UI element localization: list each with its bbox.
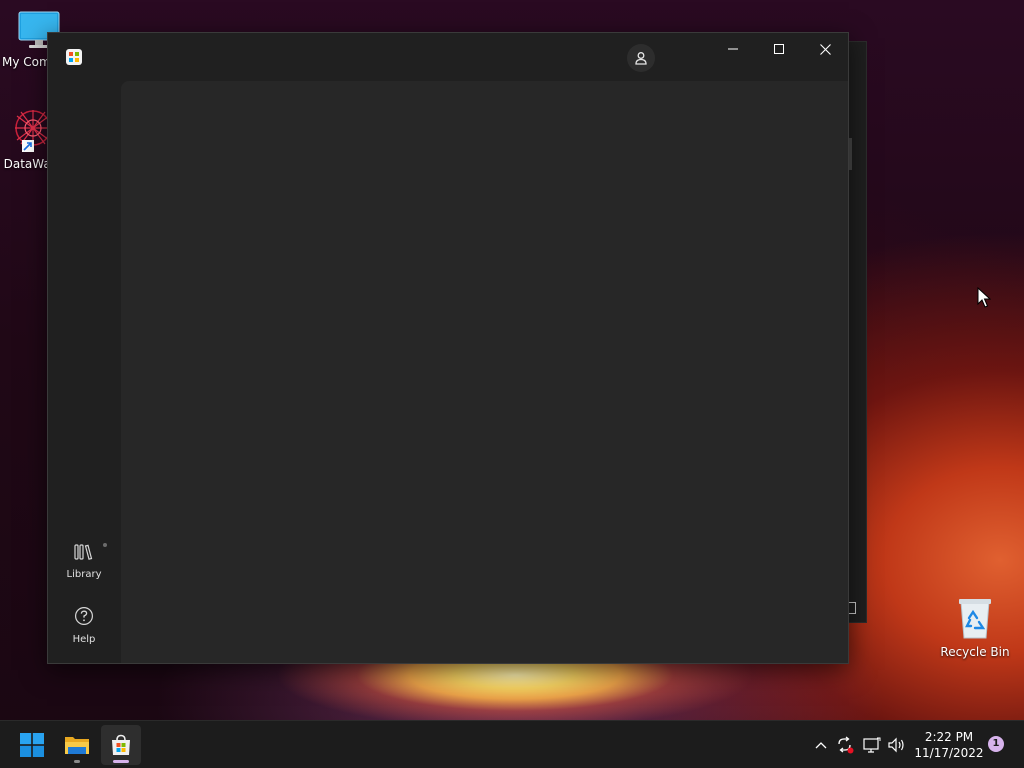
minimize-button[interactable]	[710, 33, 756, 65]
volume-button[interactable]	[886, 734, 908, 756]
volume-icon	[888, 737, 904, 753]
microsoft-store-taskbar-button[interactable]	[101, 725, 141, 765]
desktop-icon-label: Recycle Bin	[940, 645, 1010, 659]
background-window-edge	[849, 138, 852, 170]
start-button[interactable]	[12, 725, 52, 765]
show-hidden-icons-button[interactable]	[810, 734, 832, 756]
help-icon	[75, 607, 93, 625]
chevron-up-icon	[815, 742, 827, 749]
microsoft-store-icon	[66, 49, 82, 65]
nav-label: Help	[72, 634, 96, 645]
minimize-icon	[728, 48, 738, 50]
mouse-cursor-icon	[977, 287, 991, 308]
navigation-pane: Library Help	[48, 81, 121, 663]
active-indicator	[113, 760, 129, 763]
update-badge	[103, 543, 107, 547]
maximize-button[interactable]	[756, 33, 802, 65]
desktop-icon-recycle-bin[interactable]: Recycle Bin	[938, 596, 1012, 659]
close-icon	[819, 43, 831, 55]
nav-label: Library	[66, 569, 102, 580]
maximize-icon	[774, 44, 784, 54]
library-icon	[74, 544, 93, 560]
network-icon	[863, 737, 881, 753]
running-indicator	[74, 760, 80, 763]
nav-item-help[interactable]: Help	[54, 606, 114, 645]
clock-time: 2:22 PM	[924, 730, 974, 744]
title-bar[interactable]	[48, 33, 848, 81]
taskbar: 2:22 PM 11/17/2022	[0, 720, 1024, 768]
clock-date: 11/17/2022	[914, 746, 984, 760]
content-area	[121, 81, 848, 663]
sync-icon	[838, 736, 854, 754]
file-explorer-button[interactable]	[57, 725, 97, 765]
microsoft-store-icon	[112, 734, 130, 755]
microsoft-store-window[interactable]: Library Help	[47, 32, 849, 664]
recycle-bin-icon	[959, 599, 991, 639]
sync-status-button[interactable]	[834, 734, 856, 756]
person-icon	[635, 52, 647, 65]
account-button[interactable]	[627, 44, 655, 72]
network-button[interactable]	[861, 734, 883, 756]
clock-button[interactable]: 2:22 PM 11/17/2022	[912, 729, 986, 761]
notification-badge[interactable]: 1	[988, 736, 1004, 752]
folder-icon	[65, 737, 89, 754]
windows-start-icon	[20, 733, 44, 757]
nav-item-library[interactable]: Library	[54, 543, 114, 580]
close-button[interactable]	[802, 33, 848, 65]
